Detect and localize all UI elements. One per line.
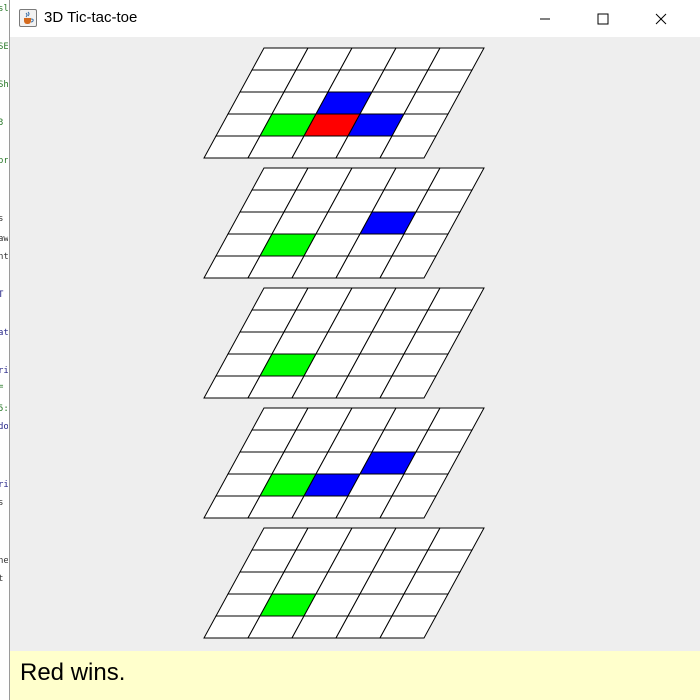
minimize-icon — [540, 18, 550, 19]
board-layer-5 — [203, 527, 485, 639]
board-layer-3 — [203, 287, 485, 399]
minimize-button[interactable] — [516, 0, 574, 37]
close-icon — [655, 13, 667, 24]
java-cup-icon — [19, 9, 37, 27]
board-area — [203, 47, 485, 639]
game-window: 3D Tic-tac-toe Red wins. — [9, 0, 700, 700]
maximize-icon — [597, 13, 609, 24]
status-bar: Red wins. — [10, 651, 700, 700]
background-editor-strip: sl SE Sh 3 or s aw nt T at ri = 5: do ri… — [0, 0, 8, 700]
window-title: 3D Tic-tac-toe — [44, 9, 138, 26]
close-button[interactable] — [632, 0, 690, 37]
board-layer-1 — [203, 47, 485, 159]
board-layer-4 — [203, 407, 485, 519]
status-message: Red wins. — [20, 659, 126, 686]
maximize-button[interactable] — [574, 0, 632, 37]
board-layer-2 — [203, 167, 485, 279]
title-bar[interactable]: 3D Tic-tac-toe — [10, 0, 700, 37]
